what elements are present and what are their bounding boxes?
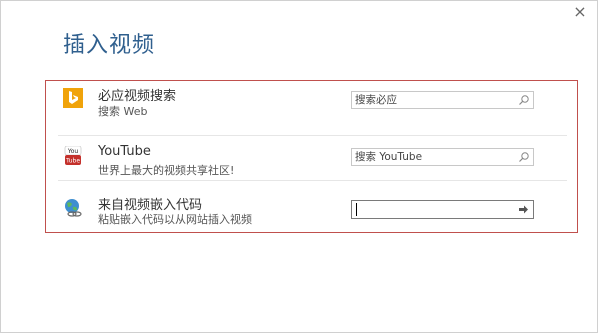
- insert-video-dialog: × 插入视频 必应视频搜索 搜索 Web You: [0, 0, 598, 333]
- arrow-right-icon[interactable]: [518, 204, 529, 215]
- embed-code-input[interactable]: [356, 203, 507, 216]
- source-row-bing: 必应视频搜索 搜索 Web: [58, 81, 567, 135]
- video-sources-panel: 必应视频搜索 搜索 Web You Tube YouTube 世界上最大的视频共…: [45, 80, 578, 233]
- youtube-search-input[interactable]: [355, 150, 505, 164]
- source-name: YouTube: [98, 144, 151, 159]
- embed-code-field: [351, 200, 534, 219]
- bing-search-input[interactable]: [355, 93, 505, 107]
- youtube-icon: You Tube: [64, 146, 82, 165]
- svg-text:Tube: Tube: [65, 158, 80, 165]
- close-icon[interactable]: ×: [572, 4, 588, 20]
- youtube-search-field: [351, 148, 534, 166]
- source-description: 世界上最大的视频共享社区!: [98, 164, 235, 177]
- bing-search-field: [351, 91, 534, 109]
- globe-link-icon: [65, 199, 82, 217]
- search-icon[interactable]: [518, 94, 530, 106]
- bing-icon: [63, 88, 83, 108]
- source-name: 必应视频搜索: [98, 89, 177, 104]
- source-row-embed-code: 来自视频嵌入代码 粘贴嵌入代码以从网站插入视频: [58, 180, 567, 234]
- search-icon[interactable]: [518, 151, 530, 163]
- dialog-title: 插入视频: [63, 33, 156, 58]
- source-description: 粘贴嵌入代码以从网站插入视频: [98, 213, 252, 226]
- source-description: 搜索 Web: [98, 105, 148, 118]
- svg-text:You: You: [67, 148, 79, 155]
